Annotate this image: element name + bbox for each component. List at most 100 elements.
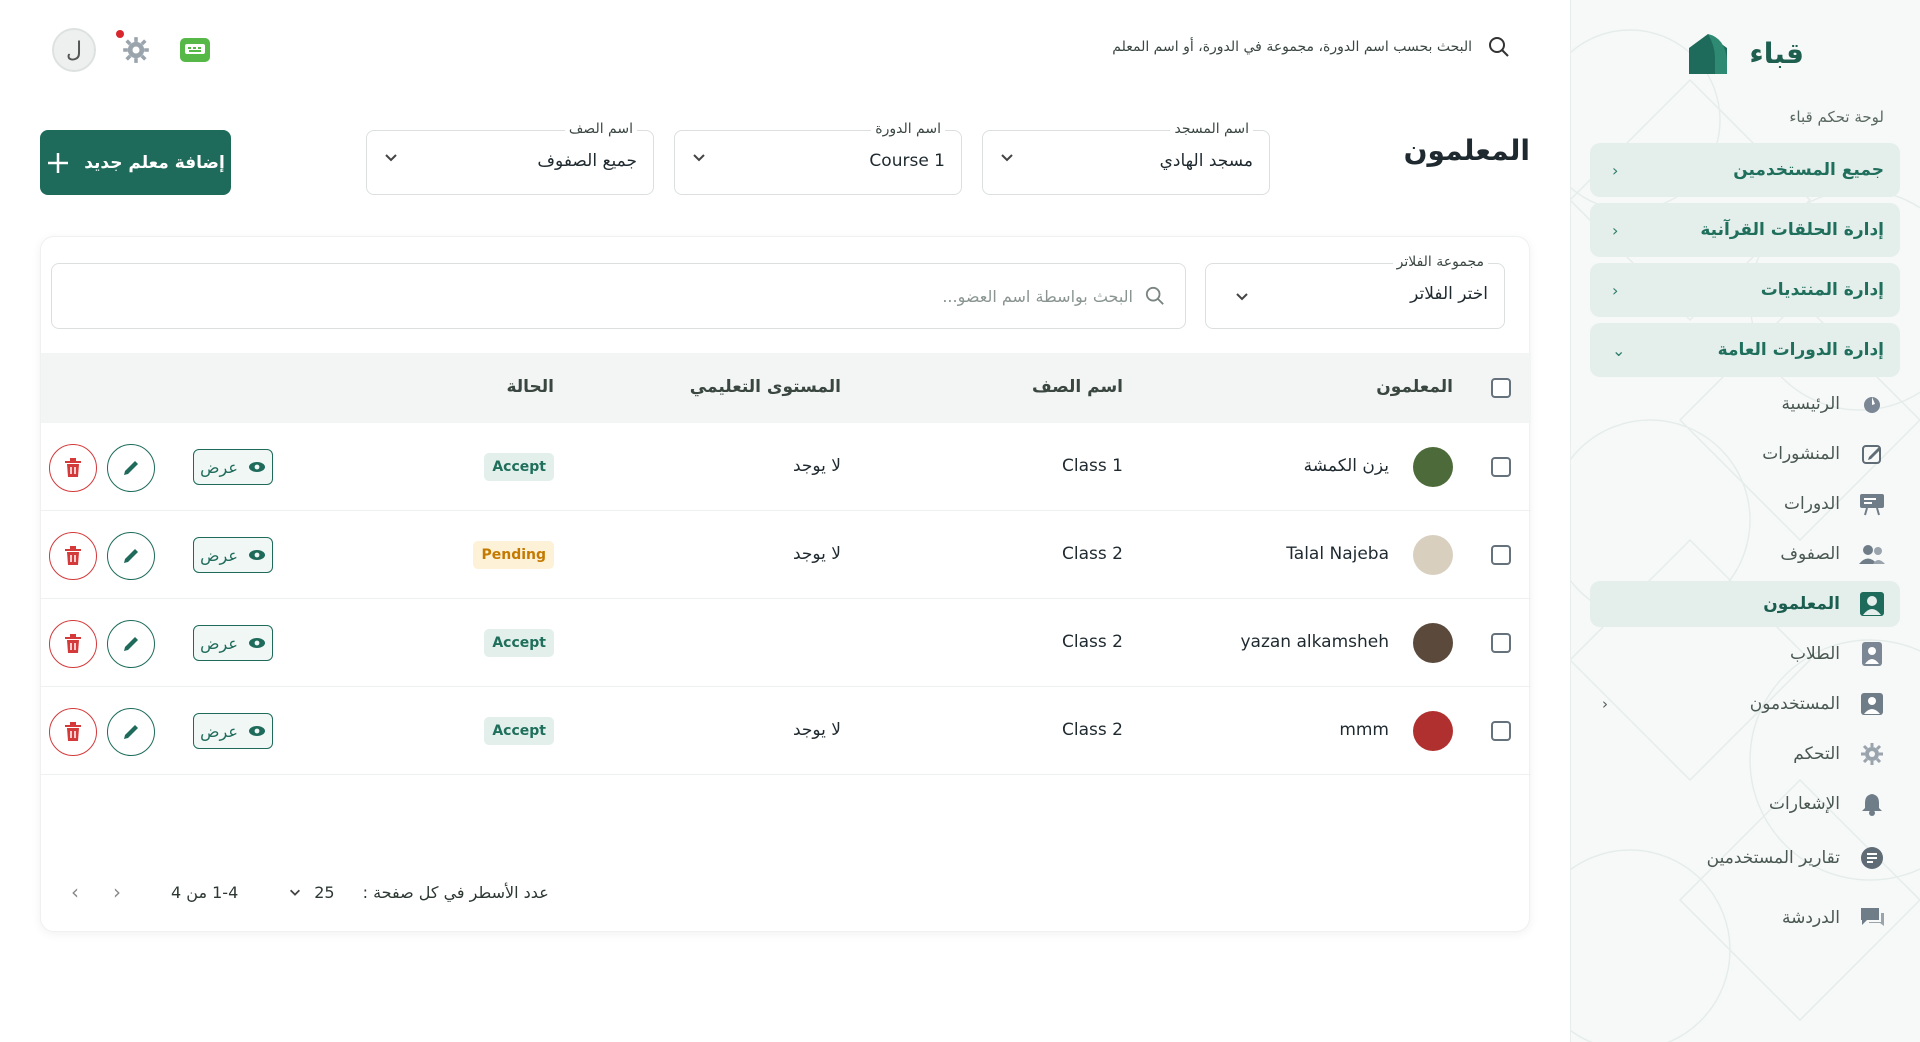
sidebar-item-courses[interactable]: الدورات xyxy=(1590,482,1900,526)
edit-icon xyxy=(1858,440,1886,468)
teacher-avatar xyxy=(1413,623,1453,663)
delete-button[interactable] xyxy=(49,708,97,756)
sidebar-item-notifications[interactable]: الإشعارات xyxy=(1590,782,1900,826)
row-checkbox[interactable] xyxy=(1491,721,1511,741)
edit-button[interactable] xyxy=(107,532,155,580)
delete-button[interactable] xyxy=(49,444,97,492)
avatar[interactable]: ل xyxy=(52,28,96,72)
sidebar-item-students[interactable]: الطلاب xyxy=(1590,632,1900,676)
brand[interactable]: قباء xyxy=(1685,30,1804,76)
sidebar-item-label: تقارير المستخدمين xyxy=(1706,848,1840,868)
view-button[interactable]: عرض xyxy=(193,537,273,573)
rows-per-page-value: 25 xyxy=(314,882,335,902)
sidebar-item-control[interactable]: التحكم xyxy=(1590,732,1900,776)
row-checkbox[interactable] xyxy=(1491,633,1511,653)
rows-per-page-select[interactable]: 25 xyxy=(288,882,335,902)
column-class: اسم الصف xyxy=(1031,377,1123,397)
sidebar-item-label: الإشعارات xyxy=(1769,794,1840,814)
gear-icon xyxy=(1858,740,1886,768)
add-teacher-label: إضافة معلم جديد xyxy=(84,152,225,173)
education-level: لا يوجد xyxy=(792,720,841,740)
select-all-checkbox[interactable] xyxy=(1491,378,1511,398)
eye-icon xyxy=(248,550,265,560)
edit-button[interactable] xyxy=(107,708,155,756)
next-page-button[interactable]: › xyxy=(103,880,131,904)
sidebar-group-label: إدارة المنتديات xyxy=(1760,280,1884,300)
class-select[interactable]: اسم الصف جميع الصفوف xyxy=(366,121,654,195)
view-button[interactable]: عرض xyxy=(193,625,273,661)
sidebar-item-users[interactable]: المستخدمون ‹ xyxy=(1590,682,1900,726)
sidebar-group-all-users[interactable]: جميع المستخدمين ‹ xyxy=(1590,143,1900,197)
user-icon xyxy=(1858,690,1886,718)
member-search-input[interactable]: البحث بواسطة اسم العضو... xyxy=(51,263,1186,329)
sidebar-item-label: المعلمون xyxy=(1763,594,1840,614)
table-row: mmm Class 2 لا يوجد Accept عرض xyxy=(41,687,1531,775)
presentation-icon xyxy=(1858,490,1886,518)
settings-gear-icon[interactable] xyxy=(122,36,150,68)
view-button[interactable]: عرض xyxy=(193,449,273,485)
course-select-value: Course 1 xyxy=(869,151,945,171)
class-name: Class 2 xyxy=(1062,720,1123,740)
pencil-icon xyxy=(124,461,138,475)
delete-button[interactable] xyxy=(49,532,97,580)
sidebar-item-label: الصفوف xyxy=(1780,544,1840,564)
table-row: يزن الكمشة Class 1 لا يوجد Accept عرض xyxy=(41,423,1531,511)
view-label: عرض xyxy=(200,721,238,741)
prev-page-button[interactable]: ‹ xyxy=(61,880,89,904)
chevron-left-icon: ‹ xyxy=(1612,220,1619,240)
brand-name: قباء xyxy=(1749,36,1804,70)
column-teacher: المعلمون xyxy=(1376,377,1453,397)
edit-button[interactable] xyxy=(107,444,155,492)
class-select-label: اسم الصف xyxy=(564,121,637,137)
teacher-avatar xyxy=(1413,535,1453,575)
status-badge: Accept xyxy=(484,717,554,745)
sidebar-group-quran-circles[interactable]: إدارة الحلقات القرآنية ‹ xyxy=(1590,203,1900,257)
logo-icon xyxy=(1689,34,1728,74)
education-level: لا يوجد xyxy=(792,456,841,476)
mosque-select-label: اسم المسجد xyxy=(1170,121,1253,137)
pencil-icon xyxy=(124,637,138,651)
teacher-icon xyxy=(1858,590,1886,618)
sidebar-item-chat[interactable]: الدردشة xyxy=(1590,896,1900,940)
sidebar-item-label: الدردشة xyxy=(1782,908,1840,928)
delete-button[interactable] xyxy=(49,620,97,668)
chat-icon xyxy=(1858,904,1886,932)
rows-per-page-label: عدد الأسطر في كل صفحة : xyxy=(362,882,549,902)
course-select[interactable]: اسم الدورة Course 1 xyxy=(674,121,962,195)
sidebar-item-user-reports[interactable]: تقارير المستخدمين xyxy=(1590,836,1900,880)
page-title: المعلمون xyxy=(1403,134,1530,167)
eye-icon xyxy=(248,462,265,472)
trash-icon xyxy=(65,546,81,565)
teacher-avatar xyxy=(1413,711,1453,751)
keyboard-icon[interactable] xyxy=(180,38,210,62)
sidebar-group-forums[interactable]: إدارة المنتديات ‹ xyxy=(1590,263,1900,317)
sidebar-item-teachers[interactable]: المعلمون xyxy=(1590,581,1900,627)
edit-button[interactable] xyxy=(107,620,155,668)
users-icon xyxy=(1858,540,1886,568)
row-checkbox[interactable] xyxy=(1491,457,1511,477)
class-name: Class 2 xyxy=(1062,544,1123,564)
row-checkbox[interactable] xyxy=(1491,545,1511,565)
add-teacher-button[interactable]: إضافة معلم جديد xyxy=(40,130,231,195)
sidebar-group-label: إدارة الحلقات القرآنية xyxy=(1700,220,1884,240)
global-search[interactable]: البحث بحسب اسم الدورة، مجموعة في الدورة،… xyxy=(1112,36,1510,58)
view-button[interactable]: عرض xyxy=(193,713,273,749)
sidebar-group-public-courses[interactable]: إدارة الدورات العامة ⌄ xyxy=(1590,323,1900,377)
view-label: عرض xyxy=(200,633,238,653)
mosque-select[interactable]: اسم المسجد مسجد الهادي xyxy=(982,121,1270,195)
teacher-name: yazan alkamsheh xyxy=(1240,632,1389,652)
pagination: ‹ › 1-4 من 4 25 عدد الأسطر في كل صفحة : xyxy=(61,877,549,907)
sidebar-item-label: المنشورات xyxy=(1762,444,1840,464)
filter-group-select[interactable]: مجموعة الفلاتر اختر الفلاتر xyxy=(1205,254,1505,329)
report-icon xyxy=(1858,844,1886,872)
view-label: عرض xyxy=(200,545,238,565)
sidebar-item-home[interactable]: الرئيسية xyxy=(1590,382,1900,426)
sidebar-item-posts[interactable]: المنشورات xyxy=(1590,432,1900,476)
chevron-down-icon xyxy=(693,154,705,162)
sidebar-item-classes[interactable]: الصفوف xyxy=(1590,532,1900,576)
search-icon xyxy=(1145,286,1164,305)
eye-icon xyxy=(248,638,265,648)
sidebar-item-label: التحكم xyxy=(1793,744,1840,764)
sidebar-item-label: الطلاب xyxy=(1790,644,1840,664)
table-header: المعلمون اسم الصف المستوى التعليمي الحال… xyxy=(41,353,1531,423)
